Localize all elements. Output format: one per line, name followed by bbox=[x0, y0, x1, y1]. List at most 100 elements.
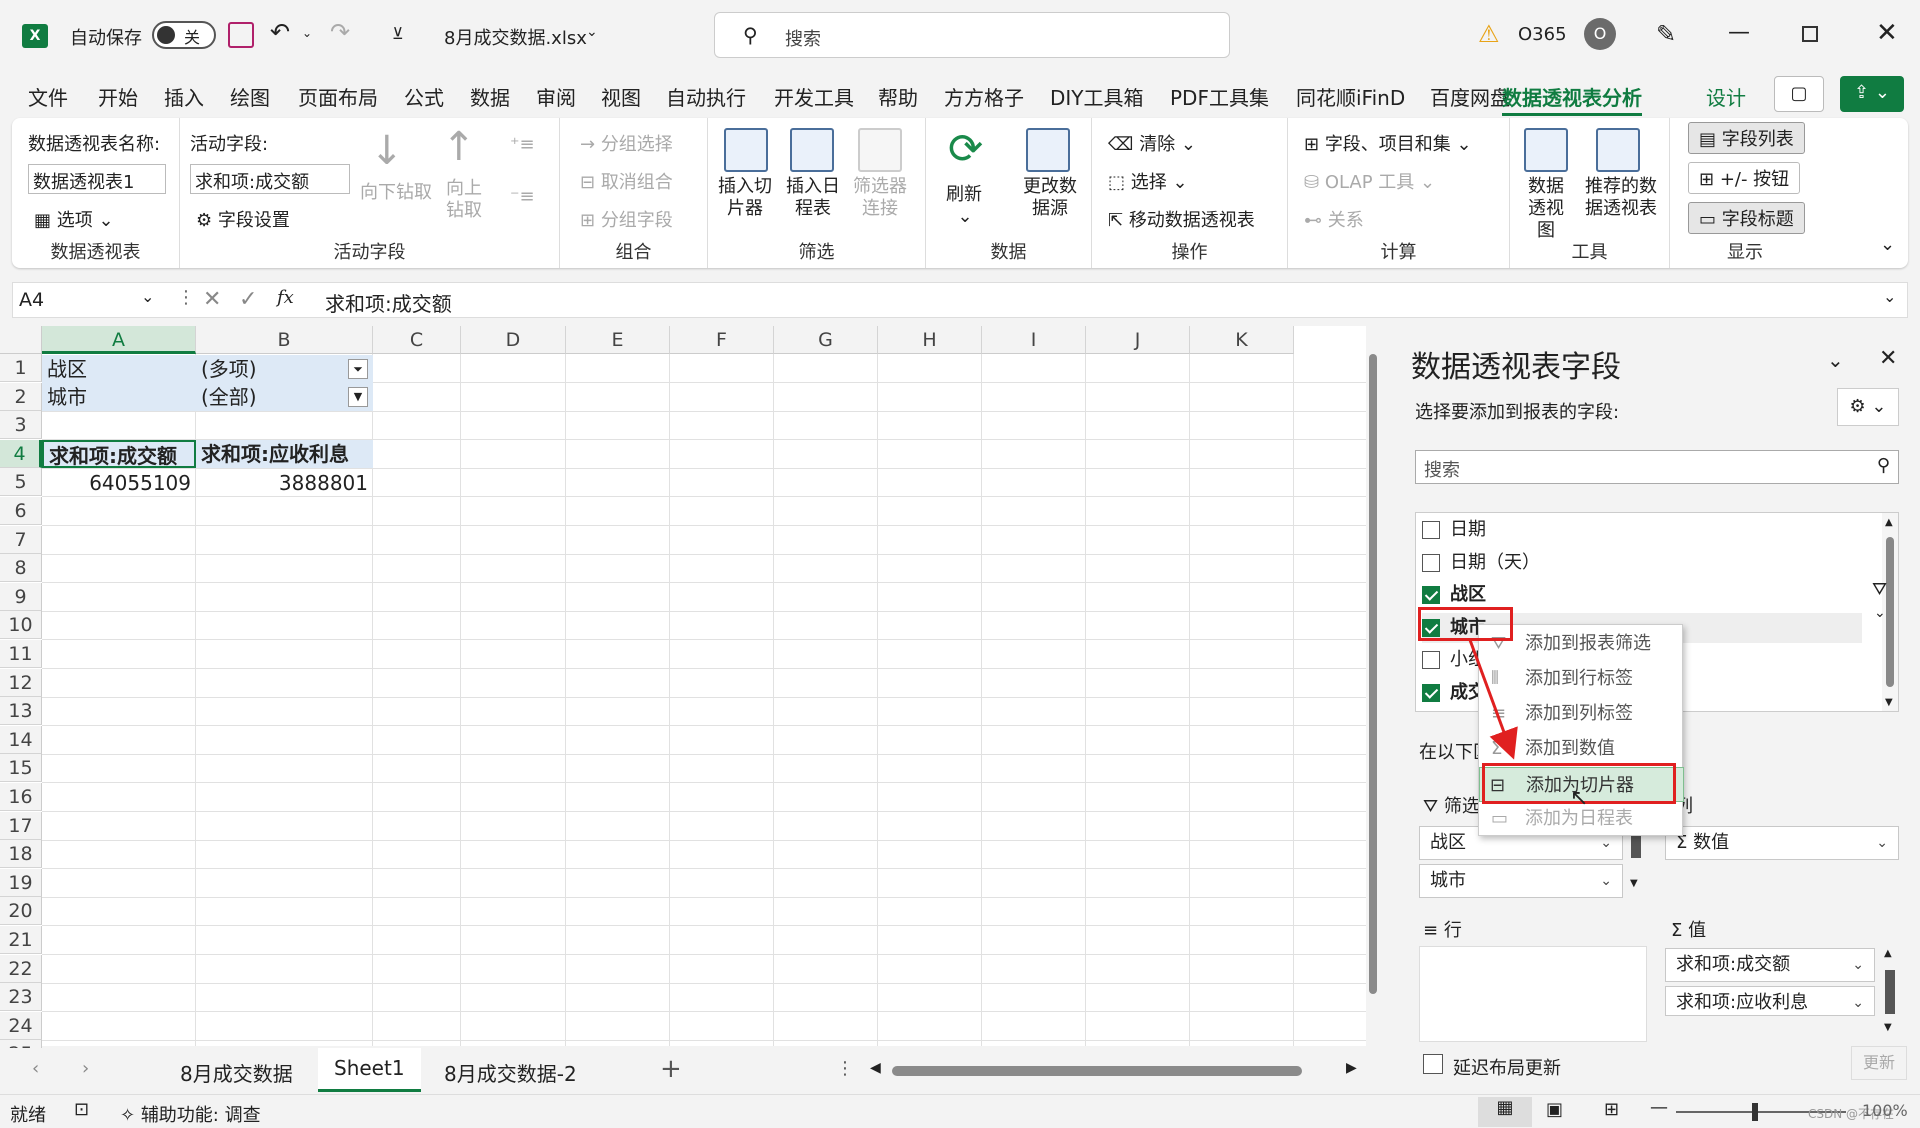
plus-minus-buttons-button[interactable]: ⊞ +/- 按钮 bbox=[1688, 162, 1801, 194]
field-checkbox[interactable] bbox=[1422, 683, 1440, 702]
expand-formula-icon[interactable]: ⌄ bbox=[1883, 287, 1896, 306]
add-sheet-icon[interactable]: + bbox=[660, 1054, 682, 1084]
row-header-16[interactable]: 16 bbox=[0, 783, 42, 811]
update-button[interactable]: 更新 bbox=[1851, 1046, 1907, 1080]
move-pivottable-button[interactable]: ⇱ 移动数据透视表 bbox=[1108, 206, 1255, 232]
tab-help[interactable]: 帮助 bbox=[878, 82, 918, 111]
tab-formulas[interactable]: 公式 bbox=[404, 82, 444, 111]
row-header-8[interactable]: 8 bbox=[0, 554, 42, 583]
column-header-k[interactable]: K bbox=[1190, 326, 1294, 354]
page-break-view-icon[interactable]: ⊞ bbox=[1604, 1099, 1619, 1120]
tab-automate[interactable]: 自动执行 bbox=[666, 82, 746, 111]
formula-content[interactable]: 求和项:成交额 bbox=[325, 288, 452, 317]
row-header-20[interactable]: 20 bbox=[0, 897, 42, 926]
column-header-b[interactable]: B bbox=[196, 326, 373, 354]
sheet-tab[interactable]: 8月成交数据 bbox=[180, 1058, 293, 1087]
macro-record-icon[interactable]: ⊡ bbox=[74, 1099, 89, 1120]
next-sheet-icon[interactable]: › bbox=[82, 1058, 89, 1079]
field-search-input[interactable]: 搜索 ⚲ bbox=[1415, 450, 1899, 484]
insert-slicer-button[interactable]: 插入切片器 bbox=[718, 176, 772, 220]
drill-up-button[interactable]: 向上钻取 bbox=[442, 178, 486, 222]
row-header-21[interactable]: 21 bbox=[0, 926, 42, 954]
cell-b1[interactable]: (多项) bbox=[196, 355, 373, 383]
group-field-button[interactable]: ⊞ 分组字段 bbox=[580, 206, 673, 232]
tab-home[interactable]: 开始 bbox=[98, 82, 138, 111]
row-header-17[interactable]: 17 bbox=[0, 811, 42, 840]
tab-design[interactable]: 设计 bbox=[1706, 82, 1746, 111]
field-item[interactable]: 日期（天） bbox=[1422, 548, 1862, 578]
field-item[interactable]: 战区 bbox=[1422, 580, 1862, 610]
row-header-3[interactable]: 3 bbox=[0, 411, 42, 440]
chevron-down-icon[interactable]: ⌄ bbox=[141, 287, 154, 306]
row-header-24[interactable]: 24 bbox=[0, 1011, 42, 1040]
cancel-icon[interactable]: ✕ bbox=[203, 287, 221, 312]
column-header-e[interactable]: E bbox=[566, 326, 670, 354]
pivot-chart-button[interactable]: 数据透视图 bbox=[1520, 176, 1572, 242]
row-header-12[interactable]: 12 bbox=[0, 668, 42, 697]
row-header-19[interactable]: 19 bbox=[0, 868, 42, 897]
olap-tools-button[interactable]: ⛁ OLAP 工具 ⌄ bbox=[1304, 168, 1435, 194]
column-header-j[interactable]: J bbox=[1086, 326, 1190, 354]
drill-down-button[interactable]: 向下钻取 bbox=[360, 178, 432, 204]
tab-diy[interactable]: DIY工具箱 bbox=[1050, 82, 1144, 111]
value-item[interactable]: 求和项:成交额 ⌄ bbox=[1665, 948, 1875, 982]
row-header-13[interactable]: 13 bbox=[0, 697, 42, 726]
row-header-4[interactable]: 4 bbox=[0, 439, 42, 468]
row-header-5[interactable]: 5 bbox=[0, 468, 42, 497]
chevron-down-icon[interactable]: ⌄ bbox=[1827, 348, 1844, 372]
row-header-23[interactable]: 23 bbox=[0, 983, 42, 1012]
scroll-left-icon[interactable]: ◀ bbox=[870, 1060, 881, 1076]
cell-b4[interactable]: 求和项:应收利息 bbox=[196, 440, 373, 468]
row-header-9[interactable]: 9 bbox=[0, 582, 42, 611]
row-header-18[interactable]: 18 bbox=[0, 840, 42, 869]
column-header-h[interactable]: H bbox=[878, 326, 982, 354]
tab-draw[interactable]: 绘图 bbox=[230, 82, 270, 111]
ungroup-button[interactable]: ⊟ 取消组合 bbox=[580, 168, 673, 194]
field-checkbox[interactable] bbox=[1422, 553, 1440, 572]
scroll-thumb[interactable] bbox=[1369, 354, 1377, 994]
menu-item-add-row-labels[interactable]: ⦀ 添加到行标签 bbox=[1479, 661, 1684, 696]
column-item[interactable]: Σ 数值 ⌄ bbox=[1665, 826, 1899, 860]
cell-a5[interactable]: 64055109 bbox=[42, 469, 196, 497]
row-header-2[interactable]: 2 bbox=[0, 382, 42, 411]
defer-update-checkbox[interactable] bbox=[1423, 1054, 1443, 1074]
tab-pdf[interactable]: PDF工具集 bbox=[1170, 82, 1269, 111]
name-box[interactable]: A4 bbox=[19, 289, 44, 311]
chevron-down-icon[interactable]: ⌄ bbox=[1874, 605, 1886, 621]
menu-item-add-values[interactable]: Σ 添加到数值 bbox=[1479, 731, 1684, 766]
row-header-1[interactable]: 1 bbox=[0, 354, 42, 382]
relationships-button[interactable]: ⊷ 关系 bbox=[1304, 206, 1364, 232]
more-icon[interactable]: ⋮ bbox=[177, 287, 195, 308]
group-selection-button[interactable]: → 分组选择 bbox=[580, 130, 673, 156]
field-list-button[interactable]: ▤ 字段列表 bbox=[1688, 122, 1805, 154]
menu-item-add-column-labels[interactable]: ≡ 添加到列标签 bbox=[1479, 696, 1684, 731]
tab-insert[interactable]: 插入 bbox=[164, 82, 204, 111]
recommended-pivot-button[interactable]: 推荐的数据透视表 bbox=[1582, 176, 1660, 220]
rows-area[interactable] bbox=[1419, 946, 1647, 1042]
tab-ffgz[interactable]: 方方格子 bbox=[944, 82, 1024, 111]
column-header-i[interactable]: I bbox=[982, 326, 1086, 354]
field-checkbox[interactable] bbox=[1422, 521, 1440, 539]
cell-a4[interactable]: 求和项:成交额 bbox=[42, 440, 196, 468]
filter-applied-icon[interactable]: ⏷ bbox=[348, 359, 368, 379]
cell-b2[interactable]: (全部) bbox=[196, 383, 373, 411]
insert-timeline-button[interactable]: 插入日程表 bbox=[784, 176, 842, 220]
cell-a2[interactable]: 城市 bbox=[42, 383, 196, 411]
tab-ifind[interactable]: 同花顺iFinD bbox=[1296, 82, 1405, 111]
zoom-out-icon[interactable]: — bbox=[1650, 1097, 1668, 1118]
more-icon[interactable]: ⋮ bbox=[836, 1058, 854, 1079]
pane-settings-button[interactable]: ⚙ ⌄ bbox=[1837, 388, 1899, 426]
field-settings-button[interactable]: ⚙ 字段设置 bbox=[196, 206, 290, 232]
filter-connections-button[interactable]: 筛选器连接 bbox=[850, 176, 910, 220]
sheet-tab-active[interactable]: Sheet1 bbox=[318, 1048, 421, 1092]
comments-button[interactable]: ▢ bbox=[1774, 76, 1824, 112]
tab-view[interactable]: 视图 bbox=[601, 82, 641, 111]
column-header-d[interactable]: D bbox=[461, 326, 566, 354]
normal-view-icon[interactable]: ▦ bbox=[1478, 1097, 1532, 1127]
cell-b5[interactable]: 3888801 bbox=[196, 469, 373, 497]
row-header-7[interactable]: 7 bbox=[0, 525, 42, 554]
field-checkbox[interactable] bbox=[1422, 651, 1440, 669]
options-button[interactable]: ▦ 选项 ⌄ bbox=[34, 206, 114, 232]
change-source-button[interactable]: 更改数据源 bbox=[1018, 176, 1082, 220]
tab-review[interactable]: 审阅 bbox=[536, 82, 576, 111]
